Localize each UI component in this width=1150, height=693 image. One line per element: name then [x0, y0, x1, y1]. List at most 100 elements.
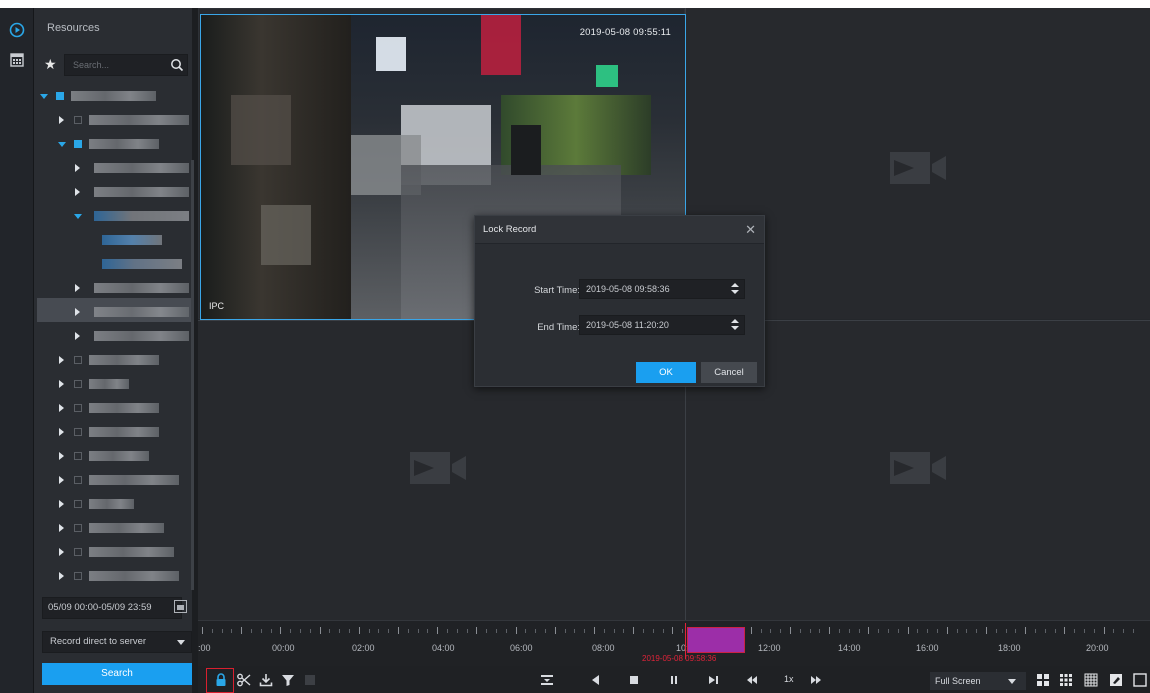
node-checkbox[interactable]	[56, 92, 64, 100]
layout-4-icon[interactable]	[1035, 672, 1051, 688]
fast-forward-icon[interactable]	[808, 672, 824, 688]
layout-9-icon[interactable]	[1058, 672, 1074, 688]
pixelated-node-name	[89, 115, 189, 125]
collapse-arrow-icon[interactable]	[75, 308, 80, 316]
collapse-arrow-icon[interactable]	[59, 548, 64, 556]
filter-icon[interactable]	[280, 672, 296, 688]
collapse-arrow-icon[interactable]	[59, 524, 64, 532]
search-button[interactable]: Search	[42, 663, 192, 685]
play-backward-icon[interactable]	[588, 672, 604, 688]
ok-button[interactable]: OK	[636, 362, 696, 383]
tree-node[interactable]	[34, 522, 192, 536]
playback-speed[interactable]: 1x	[784, 674, 794, 684]
window-mode-select[interactable]: Full Screen	[930, 672, 1026, 690]
node-checkbox[interactable]	[74, 428, 82, 436]
scissors-icon[interactable]	[236, 672, 252, 688]
spinner-icon[interactable]	[731, 319, 739, 331]
collapse-arrow-icon[interactable]	[59, 476, 64, 484]
node-checkbox[interactable]	[74, 500, 82, 508]
search-input[interactable]	[65, 55, 187, 75]
collapse-arrow-icon[interactable]	[59, 380, 64, 388]
playback-timeline[interactable]: :0000:0002:0004:0006:0008:0010:0012:0014…	[198, 620, 1150, 666]
collapse-arrow-icon[interactable]	[59, 500, 64, 508]
tree-node[interactable]	[34, 186, 192, 200]
timeline-tick	[309, 629, 311, 633]
node-checkbox[interactable]	[74, 140, 82, 148]
end-time-field[interactable]: 2019-05-08 11:20:20	[579, 315, 745, 335]
close-icon[interactable]: ✕	[745, 223, 756, 236]
slow-down-icon[interactable]	[744, 672, 760, 688]
node-checkbox[interactable]	[74, 452, 82, 460]
tree-node[interactable]	[34, 498, 192, 512]
tree-node[interactable]	[34, 138, 192, 152]
tree-node[interactable]	[34, 546, 192, 560]
collapse-arrow-icon[interactable]	[59, 116, 64, 124]
timeline-tick	[946, 627, 948, 634]
tree-node[interactable]	[34, 282, 192, 296]
collapse-arrow-icon[interactable]	[59, 572, 64, 580]
stop-icon[interactable]	[626, 672, 642, 688]
tree-node[interactable]	[34, 378, 192, 392]
node-checkbox[interactable]	[74, 572, 82, 580]
tree-node[interactable]	[34, 570, 192, 584]
timeline-tick	[378, 629, 380, 633]
record-source-select[interactable]: Record direct to server	[42, 631, 192, 653]
next-frame-icon[interactable]	[705, 672, 721, 688]
tree-node[interactable]	[94, 234, 192, 248]
layout-16-icon[interactable]	[1083, 672, 1099, 688]
download-icon[interactable]	[258, 672, 274, 688]
favorites-star-icon[interactable]: ★	[44, 56, 57, 73]
timeline-tick	[545, 629, 546, 633]
pixelated-node-name	[94, 211, 189, 221]
tree-node[interactable]	[34, 210, 192, 224]
node-checkbox[interactable]	[74, 380, 82, 388]
video-foreground	[201, 15, 351, 319]
video-block	[511, 125, 541, 175]
locked-record-segment[interactable]	[687, 627, 745, 653]
fullscreen-icon[interactable]	[1132, 672, 1148, 688]
sync-playback-icon[interactable]	[539, 672, 555, 688]
collapse-arrow-icon[interactable]	[75, 164, 80, 172]
window-mode-value: Full Screen	[935, 676, 981, 686]
tree-node[interactable]	[34, 354, 192, 368]
calendar-icon[interactable]	[174, 600, 187, 613]
tree-node[interactable]	[34, 330, 192, 344]
tree-node[interactable]	[34, 306, 192, 320]
pause-icon[interactable]	[666, 672, 682, 688]
edit-window-icon[interactable]	[1108, 672, 1124, 688]
collapse-arrow-icon[interactable]	[75, 188, 80, 196]
tree-node[interactable]	[94, 258, 192, 272]
collapse-arrow-icon[interactable]	[59, 452, 64, 460]
tree-node[interactable]	[34, 162, 192, 176]
time-range-field[interactable]: 05/09 00:00-05/09 23:59	[42, 597, 182, 619]
node-checkbox[interactable]	[74, 116, 82, 124]
tree-node[interactable]	[34, 402, 192, 416]
collapse-arrow-icon[interactable]	[75, 332, 80, 340]
spinner-icon[interactable]	[731, 283, 739, 295]
collapse-arrow-icon[interactable]	[59, 404, 64, 412]
collapse-arrow-icon[interactable]	[59, 428, 64, 436]
pixelated-node-name	[89, 523, 164, 533]
node-checkbox[interactable]	[74, 524, 82, 532]
calendar-grid-icon[interactable]	[9, 52, 25, 68]
tree-node[interactable]	[34, 450, 192, 464]
collapse-arrow-icon[interactable]	[75, 284, 80, 292]
collapse-arrow-icon[interactable]	[59, 356, 64, 364]
tree-node[interactable]	[34, 426, 192, 440]
node-checkbox[interactable]	[74, 404, 82, 412]
cancel-button[interactable]: Cancel	[701, 362, 757, 383]
playback-icon[interactable]	[9, 22, 25, 38]
expand-arrow-icon[interactable]	[74, 214, 82, 219]
timeline-tick	[1044, 629, 1046, 633]
tree-node[interactable]	[34, 114, 192, 128]
start-time-field[interactable]: 2019-05-08 09:58:36	[579, 279, 745, 299]
search-icon[interactable]	[170, 58, 184, 72]
tree-node[interactable]	[34, 474, 192, 488]
node-checkbox[interactable]	[74, 356, 82, 364]
node-checkbox[interactable]	[74, 476, 82, 484]
tree-scrollbar[interactable]	[191, 160, 194, 590]
tree-node[interactable]	[34, 90, 192, 104]
expand-arrow-icon[interactable]	[58, 142, 66, 147]
node-checkbox[interactable]	[74, 548, 82, 556]
expand-arrow-icon[interactable]	[40, 94, 48, 99]
